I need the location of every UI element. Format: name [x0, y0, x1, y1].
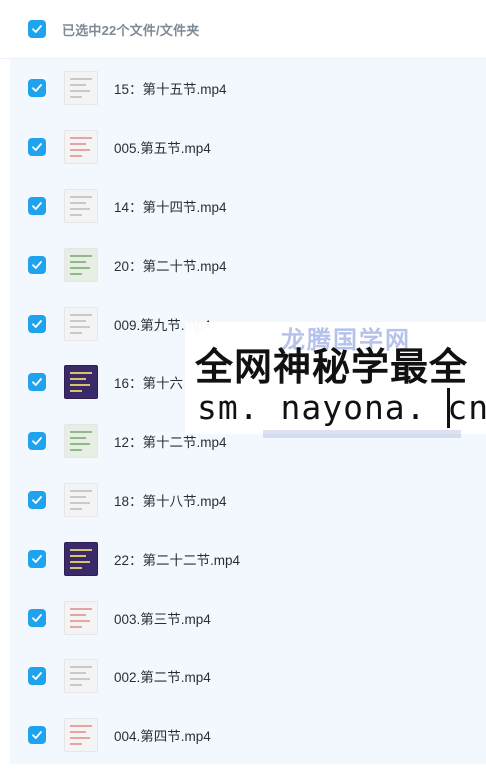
video-thumbnail: [64, 306, 98, 341]
check-icon: [32, 25, 42, 33]
file-selection-page: 已选中22个文件/文件夹 15：第十五节.mp4 005.第五节.mp4 14：第十…: [0, 0, 486, 772]
file-row[interactable]: 002.第二节.mp4: [10, 647, 486, 706]
video-thumbnail: [64, 188, 98, 223]
video-thumbnail: [64, 130, 98, 165]
check-icon: [32, 319, 42, 328]
check-icon: [32, 672, 42, 681]
file-row[interactable]: 14：第十四节.mp4: [10, 177, 486, 236]
selection-summary: 已选中22个文件/文件夹: [62, 22, 200, 38]
check-icon: [32, 260, 42, 269]
file-name: 16：第十六: [114, 376, 184, 392]
text-cursor: [447, 388, 450, 428]
file-name: 22：第二十二节.mp4: [114, 552, 241, 568]
watermark-line2: sm. nayona. cn: [197, 388, 486, 427]
check-icon: [32, 437, 42, 446]
file-checkbox[interactable]: [28, 432, 46, 451]
file-name: 15：第十五节.mp4: [114, 82, 227, 98]
file-checkbox[interactable]: [28, 314, 46, 333]
file-checkbox[interactable]: [28, 138, 46, 157]
file-checkbox[interactable]: [28, 373, 46, 392]
file-checkbox[interactable]: [28, 667, 46, 686]
video-thumbnail: [64, 71, 98, 106]
file-checkbox[interactable]: [28, 196, 46, 215]
check-icon: [32, 613, 42, 622]
video-thumbnail: [64, 718, 98, 753]
file-row[interactable]: 20：第二十节.mp4: [10, 235, 486, 294]
file-checkbox[interactable]: [28, 490, 46, 509]
file-checkbox[interactable]: [28, 79, 46, 98]
file-row[interactable]: 005.第五节.mp4: [10, 118, 486, 177]
file-checkbox[interactable]: [28, 549, 46, 568]
check-icon: [32, 378, 42, 387]
check-icon: [32, 496, 42, 504]
watermark-overlay: 龙腾国学网 全网神秘学最全 sm. nayona. cn: [185, 322, 486, 438]
file-name: 12：第十二节.mp4: [114, 435, 227, 451]
video-thumbnail: [64, 541, 98, 576]
check-icon: [32, 202, 42, 210]
watermark-smudge: [263, 430, 461, 438]
file-checkbox[interactable]: [28, 608, 46, 627]
file-row[interactable]: 22：第二十二节.mp4: [10, 529, 486, 588]
file-row[interactable]: 003.第三节.mp4: [10, 588, 486, 647]
file-checkbox[interactable]: [28, 726, 46, 745]
video-thumbnail: [64, 247, 98, 282]
video-thumbnail: [64, 600, 98, 635]
file-name: 18：第十八节.mp4: [114, 493, 227, 509]
video-thumbnail: [64, 365, 98, 400]
video-thumbnail: [64, 482, 98, 517]
check-icon: [32, 554, 42, 563]
file-row[interactable]: 18：第十八节.mp4: [10, 471, 486, 530]
file-checkbox[interactable]: [28, 255, 46, 274]
video-thumbnail: [64, 659, 98, 694]
file-name: 003.第三节.mp4: [114, 611, 211, 627]
check-icon: [32, 84, 42, 93]
file-row[interactable]: 15：第十五节.mp4: [10, 59, 486, 118]
file-row[interactable]: 004.第四节.mp4: [10, 706, 486, 765]
file-name: 004.第四节.mp4: [114, 729, 211, 745]
check-icon: [32, 731, 42, 740]
file-name: 002.第二节.mp4: [114, 670, 211, 686]
selection-header: 已选中22个文件/文件夹: [0, 0, 486, 59]
file-name: 005.第五节.mp4: [114, 141, 211, 157]
watermark-line1: 全网神秘学最全: [195, 347, 469, 389]
video-thumbnail: [64, 424, 98, 459]
file-name: 14：第十四节.mp4: [114, 199, 227, 215]
select-all-checkbox[interactable]: [28, 20, 46, 38]
file-name: 20：第二十节.mp4: [114, 258, 227, 274]
check-icon: [32, 143, 42, 152]
